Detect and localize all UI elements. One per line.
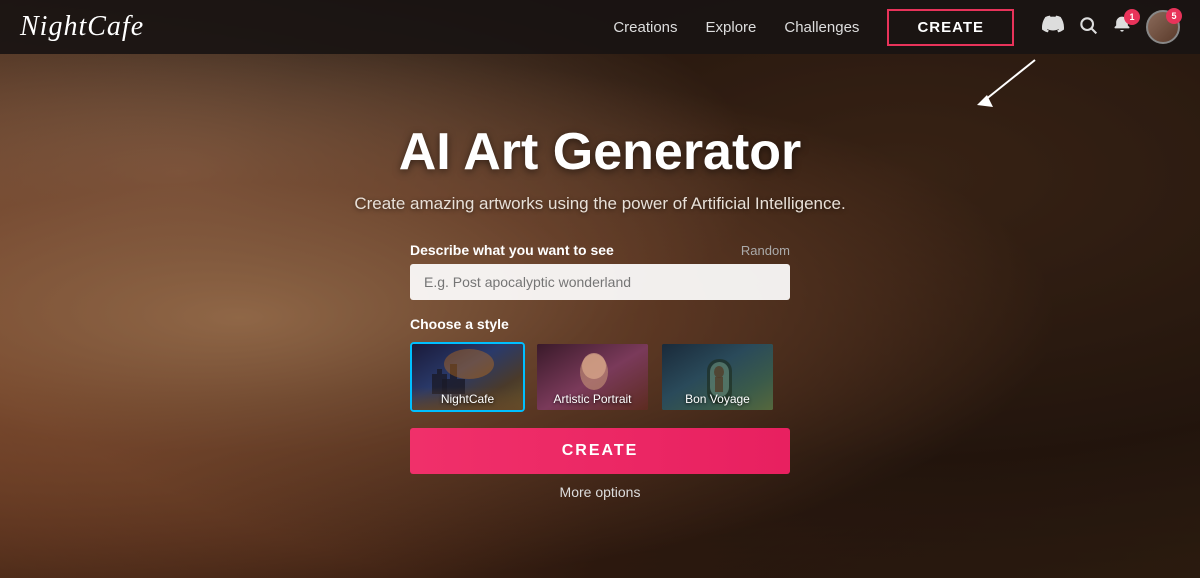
style-card-nightcafe[interactable]: NightCafe [410,342,525,412]
user-avatar[interactable]: 5 [1146,10,1180,44]
style-voyage-label: Bon Voyage [662,392,773,406]
prompt-label-row: Describe what you want to see Random [410,242,790,258]
creation-form: Describe what you want to see Random Cho… [410,242,790,500]
nav-icons: 1 5 [1042,10,1180,44]
arrow-annotation [965,55,1045,115]
search-icon[interactable] [1078,15,1098,40]
notification-badge: 1 [1124,9,1140,25]
style-label: Choose a style [410,316,790,332]
nav-create-button[interactable]: CREATE [887,9,1014,46]
style-nightcafe-label: NightCafe [412,392,523,406]
style-card-bon-voyage[interactable]: Bon Voyage [660,342,775,412]
navbar: NightCafe Creations Explore Challenges C… [0,0,1200,54]
brand-logo[interactable]: NightCafe [20,11,144,43]
messages-badge: 5 [1166,8,1182,24]
create-button[interactable]: CREATE [410,428,790,474]
discord-icon[interactable] [1042,13,1064,41]
nav-link-challenges[interactable]: Challenges [784,19,859,36]
style-card-artistic-portrait[interactable]: Artistic Portrait [535,342,650,412]
notification-bell-icon[interactable]: 1 [1112,15,1132,40]
main-content: AI Art Generator Create amazing artworks… [0,54,1200,578]
nav-link-explore[interactable]: Explore [706,19,757,36]
prompt-label: Describe what you want to see [410,242,614,258]
prompt-input[interactable] [410,264,790,300]
more-options-link[interactable]: More options [410,484,790,500]
random-link[interactable]: Random [741,243,790,258]
hero-title: AI Art Generator [399,122,802,182]
nav-link-creations[interactable]: Creations [613,19,677,36]
hero-subtitle: Create amazing artworks using the power … [354,194,845,214]
nav-right: Creations Explore Challenges CREATE [613,9,1180,46]
style-artistic-label: Artistic Portrait [537,392,648,406]
style-options: NightCafe [410,342,790,412]
